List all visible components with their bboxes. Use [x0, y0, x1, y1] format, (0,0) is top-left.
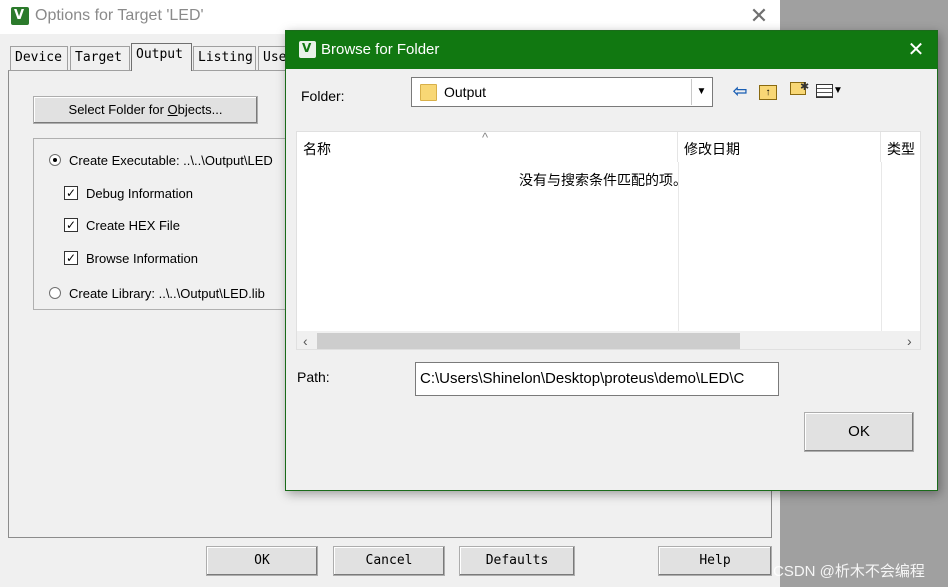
- chevron-down-icon[interactable]: ▼: [691, 79, 711, 105]
- view-menu-icon[interactable]: ▼: [816, 81, 852, 101]
- options-title: Options for Target 'LED': [35, 7, 204, 24]
- browse-folder-dialog: V Browse for Folder ✕ Folder: Output ▼ ⇦…: [285, 30, 938, 491]
- create-hex-label: Create HEX File: [86, 218, 180, 233]
- create-executable-label: Create Executable: ..\..\Output\LED: [69, 153, 273, 168]
- empty-list-message: 没有与搜索条件匹配的项。: [519, 172, 687, 188]
- tab-user[interactable]: Use: [258, 46, 288, 70]
- sort-ascending-icon: ^: [482, 131, 489, 145]
- scrollbar-thumb[interactable]: [317, 333, 740, 349]
- select-folder-label-prefix: Select Folder for: [68, 102, 168, 117]
- select-folder-label-accel: O: [167, 102, 178, 117]
- keil-app-icon: V: [11, 7, 29, 25]
- select-folder-label-suffix: bjects...: [177, 102, 223, 117]
- browse-close-icon[interactable]: ✕: [905, 38, 927, 62]
- watermark: CSDN @析木不会编程: [773, 563, 925, 580]
- up-folder-icon[interactable]: ↑: [758, 81, 778, 101]
- scroll-right-icon[interactable]: ›: [907, 331, 912, 349]
- cancel-button[interactable]: Cancel: [333, 546, 445, 576]
- ok-button[interactable]: OK: [206, 546, 318, 576]
- create-executable-radio[interactable]: [49, 154, 61, 166]
- debug-information-label: Debug Information: [86, 186, 193, 201]
- help-button[interactable]: Help: [658, 546, 772, 576]
- path-input[interactable]: C:\Users\Shinelon\Desktop\proteus\demo\L…: [415, 362, 779, 396]
- create-hex-checkbox[interactable]: ✓: [64, 218, 78, 232]
- tab-target[interactable]: Target: [70, 46, 130, 70]
- browse-title: Browse for Folder: [321, 41, 440, 58]
- keil-app-icon: V: [299, 41, 316, 58]
- folder-label: Folder:: [301, 88, 345, 104]
- tab-device[interactable]: Device: [10, 46, 68, 70]
- folder-dropdown[interactable]: Output ▼: [411, 77, 713, 107]
- browse-titlebar: V Browse for Folder ✕: [286, 31, 937, 69]
- select-folder-button[interactable]: Select Folder for Objects...: [33, 96, 258, 124]
- back-arrow-icon[interactable]: ⇦: [730, 81, 750, 101]
- new-folder-icon[interactable]: ✱: [787, 81, 809, 101]
- column-header-date[interactable]: 修改日期: [678, 132, 881, 162]
- browse-information-checkbox[interactable]: ✓: [64, 251, 78, 265]
- folder-dropdown-value: Output: [444, 84, 487, 100]
- folder-list-view[interactable]: 名称 ^ 修改日期 类型 没有与搜索条件匹配的项。 ‹ ›: [296, 131, 921, 350]
- column-divider: [881, 162, 882, 332]
- tab-listing[interactable]: Listing: [193, 46, 256, 70]
- folder-icon: [420, 84, 437, 101]
- browse-ok-button[interactable]: OK: [804, 412, 914, 452]
- create-library-label: Create Library: ..\..\Output\LED.lib: [69, 286, 265, 301]
- create-library-radio[interactable]: [49, 287, 61, 299]
- browse-information-label: Browse Information: [86, 251, 198, 266]
- tab-output[interactable]: Output: [131, 43, 192, 71]
- options-titlebar: V Options for Target 'LED' ✕: [0, 0, 780, 34]
- path-label: Path:: [297, 369, 330, 385]
- debug-information-checkbox[interactable]: ✓: [64, 186, 78, 200]
- defaults-button[interactable]: Defaults: [459, 546, 575, 576]
- scroll-left-icon[interactable]: ‹: [303, 331, 308, 349]
- column-header-type[interactable]: 类型: [881, 132, 920, 162]
- options-close-icon[interactable]: ✕: [748, 4, 770, 28]
- horizontal-scrollbar[interactable]: ‹ ›: [297, 331, 920, 349]
